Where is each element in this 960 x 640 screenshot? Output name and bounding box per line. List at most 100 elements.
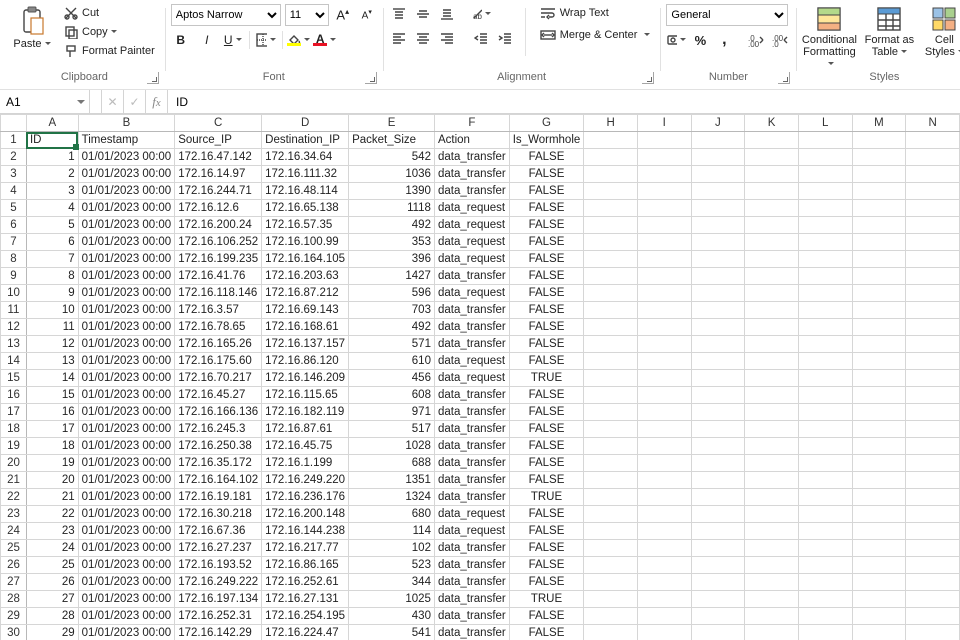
cell[interactable] (852, 489, 906, 506)
cell[interactable] (691, 625, 745, 640)
cell[interactable] (691, 608, 745, 625)
cell[interactable]: 172.16.41.76 (175, 268, 262, 285)
cell[interactable] (584, 608, 638, 625)
font-name-select[interactable]: Aptos Narrow (171, 4, 281, 26)
cell[interactable] (637, 523, 691, 540)
cell[interactable] (745, 438, 799, 455)
row-header[interactable]: 2 (1, 149, 27, 166)
cell[interactable] (584, 455, 638, 472)
cell[interactable] (637, 574, 691, 591)
row-header[interactable]: 6 (1, 217, 27, 234)
cell[interactable]: 1427 (349, 268, 435, 285)
cell[interactable]: data_request (434, 370, 509, 387)
cell[interactable]: 172.16.146.209 (262, 370, 349, 387)
row-header[interactable]: 15 (1, 370, 27, 387)
cell[interactable]: TRUE (509, 489, 584, 506)
cell[interactable] (745, 319, 799, 336)
cell[interactable]: 01/01/2023 00:00 (78, 404, 175, 421)
cell[interactable] (906, 319, 960, 336)
cell[interactable]: 703 (349, 302, 435, 319)
cell[interactable] (691, 557, 745, 574)
cell[interactable]: 608 (349, 387, 435, 404)
cell[interactable] (745, 591, 799, 608)
cell[interactable]: 172.16.164.105 (262, 251, 349, 268)
cell[interactable] (637, 336, 691, 353)
cell[interactable]: 172.16.86.165 (262, 557, 349, 574)
cell[interactable]: 1036 (349, 166, 435, 183)
cell[interactable]: Action (434, 132, 509, 149)
cell[interactable]: 01/01/2023 00:00 (78, 251, 175, 268)
cell[interactable] (637, 234, 691, 251)
cell[interactable] (852, 591, 906, 608)
cell[interactable]: 172.16.47.142 (175, 149, 262, 166)
formula-input[interactable] (174, 94, 954, 110)
cell[interactable]: 01/01/2023 00:00 (78, 387, 175, 404)
cell[interactable]: FALSE (509, 523, 584, 540)
cell[interactable] (798, 251, 852, 268)
cell[interactable]: 172.16.244.71 (175, 183, 262, 200)
cell[interactable]: 172.16.224.47 (262, 625, 349, 640)
cell[interactable]: 4 (26, 200, 78, 217)
cell[interactable]: FALSE (509, 319, 584, 336)
cell[interactable]: 680 (349, 506, 435, 523)
cell[interactable] (745, 523, 799, 540)
cell[interactable] (584, 234, 638, 251)
row-header[interactable]: 10 (1, 285, 27, 302)
cell[interactable] (584, 574, 638, 591)
cell[interactable] (637, 319, 691, 336)
cell[interactable] (852, 404, 906, 421)
cell[interactable]: 172.16.252.61 (262, 574, 349, 591)
cell[interactable]: 01/01/2023 00:00 (78, 540, 175, 557)
cell[interactable]: 1118 (349, 200, 435, 217)
cell[interactable] (691, 591, 745, 608)
cell[interactable]: 01/01/2023 00:00 (78, 370, 175, 387)
cell[interactable]: 5 (26, 217, 78, 234)
cell[interactable] (691, 387, 745, 404)
cell[interactable] (637, 285, 691, 302)
cell[interactable]: 172.16.48.114 (262, 183, 349, 200)
cell[interactable] (852, 319, 906, 336)
cell[interactable] (906, 472, 960, 489)
cell[interactable]: 172.16.199.235 (175, 251, 262, 268)
cell[interactable]: 517 (349, 421, 435, 438)
cell[interactable]: FALSE (509, 574, 584, 591)
cell[interactable]: 172.16.217.77 (262, 540, 349, 557)
alignment-launcher[interactable] (642, 72, 654, 84)
cell[interactable] (852, 506, 906, 523)
cell[interactable] (637, 166, 691, 183)
cell[interactable]: FALSE (509, 455, 584, 472)
cell[interactable] (798, 183, 852, 200)
cell[interactable]: 29 (26, 625, 78, 640)
cell[interactable]: 172.16.14.97 (175, 166, 262, 183)
cell[interactable] (691, 336, 745, 353)
cell[interactable]: 172.16.12.6 (175, 200, 262, 217)
cell[interactable] (745, 353, 799, 370)
cell[interactable] (852, 625, 906, 640)
cell[interactable]: data_transfer (434, 421, 509, 438)
cell[interactable] (906, 404, 960, 421)
cell[interactable]: FALSE (509, 302, 584, 319)
cell[interactable]: 571 (349, 336, 435, 353)
cell[interactable] (691, 574, 745, 591)
cell[interactable]: 18 (26, 438, 78, 455)
cell[interactable] (584, 268, 638, 285)
cell[interactable]: data_transfer (434, 268, 509, 285)
cell[interactable] (745, 183, 799, 200)
row-header[interactable]: 20 (1, 455, 27, 472)
cell[interactable]: FALSE (509, 217, 584, 234)
cell[interactable]: data_request (434, 234, 509, 251)
cell[interactable] (745, 336, 799, 353)
cell[interactable] (798, 557, 852, 574)
cell[interactable] (637, 608, 691, 625)
cell[interactable]: 172.16.87.212 (262, 285, 349, 302)
cell[interactable]: 01/01/2023 00:00 (78, 438, 175, 455)
cell[interactable] (852, 370, 906, 387)
cell[interactable]: 172.16.175.60 (175, 353, 262, 370)
cell[interactable]: TRUE (509, 591, 584, 608)
cell[interactable] (584, 336, 638, 353)
cell[interactable] (745, 608, 799, 625)
row-header[interactable]: 3 (1, 166, 27, 183)
cell[interactable] (691, 404, 745, 421)
cell[interactable] (584, 625, 638, 640)
cell[interactable]: FALSE (509, 557, 584, 574)
